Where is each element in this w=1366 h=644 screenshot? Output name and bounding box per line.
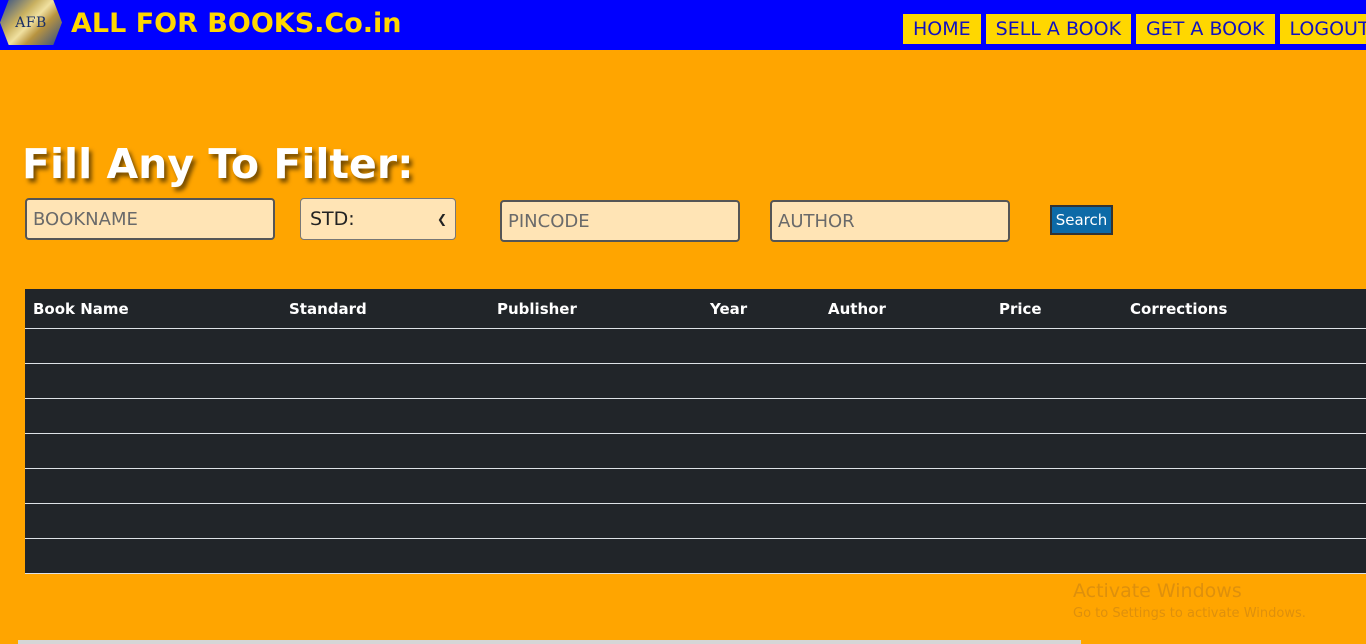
std-selected-value: STD: <box>310 208 355 230</box>
books-table: Book Name Standard Publisher Year Author… <box>25 289 1366 574</box>
col-price: Price <box>999 300 1042 318</box>
table-row <box>25 539 1366 574</box>
std-select[interactable]: STD: ❮ <box>300 198 456 240</box>
main-nav: HOME SELL A BOOK GET A BOOK LOGOUT <box>903 14 1366 44</box>
activate-windows-watermark: Activate Windows Go to Settings to activ… <box>1073 580 1306 621</box>
table-row <box>25 434 1366 469</box>
col-standard: Standard <box>289 300 367 318</box>
nav-get-a-book-link[interactable]: GET A BOOK <box>1136 14 1275 44</box>
table-row <box>25 329 1366 364</box>
brand-title[interactable]: ALL FOR BOOKS.Co.in <box>71 8 402 39</box>
table-row <box>25 504 1366 539</box>
pincode-input[interactable] <box>500 200 740 242</box>
col-book-name: Book Name <box>33 300 129 318</box>
col-author: Author <box>828 300 886 318</box>
top-navbar: AFB ALL FOR BOOKS.Co.in HOME SELL A BOOK… <box>0 0 1366 50</box>
table-row <box>25 469 1366 504</box>
watermark-subtitle: Go to Settings to activate Windows. <box>1073 606 1306 621</box>
table-row <box>25 364 1366 399</box>
horizontal-scrollbar[interactable] <box>18 640 1081 644</box>
bookname-input[interactable] <box>25 198 275 240</box>
logo-text: AFB <box>15 14 47 31</box>
col-year: Year <box>710 300 748 318</box>
col-corrections: Corrections <box>1130 300 1228 318</box>
col-publisher: Publisher <box>497 300 577 318</box>
filter-heading: Fill Any To Filter: <box>22 140 414 188</box>
search-button[interactable]: Search <box>1050 205 1113 235</box>
nav-sell-a-book-link[interactable]: SELL A BOOK <box>985 14 1132 44</box>
watermark-title: Activate Windows <box>1073 580 1242 602</box>
nav-home-link[interactable]: HOME <box>903 14 981 44</box>
table-row <box>25 399 1366 434</box>
afb-logo-icon[interactable]: AFB <box>0 0 62 45</box>
author-input[interactable] <box>770 200 1010 242</box>
table-header: Book Name Standard Publisher Year Author… <box>25 289 1366 329</box>
nav-logout-link[interactable]: LOGOUT <box>1279 14 1366 44</box>
chevron-down-icon: ❮ <box>436 212 447 226</box>
